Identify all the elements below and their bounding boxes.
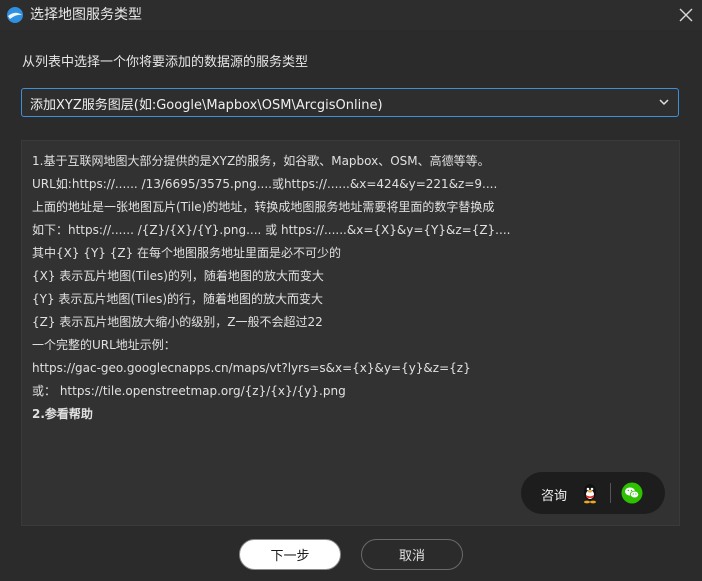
info-line: 一个完整的URL地址示例： [32, 338, 176, 352]
globe-icon [7, 7, 23, 23]
window-title: 选择地图服务类型 [30, 7, 142, 23]
qq-icon[interactable] [579, 482, 601, 504]
help-link[interactable]: 2.参看帮助 [32, 406, 510, 429]
info-line: https://gac-geo.googlecnapps.cn/maps/vt?… [32, 361, 471, 375]
info-line: URL如:https://...... /13/6695/3575.png...… [32, 177, 498, 191]
close-icon [679, 8, 693, 22]
info-line: 上面的地址是一张地图瓦片(Tile)的地址，转换成地图服务地址需要将里面的数字替… [32, 200, 495, 214]
close-button[interactable] [674, 3, 698, 27]
info-line: 其中{X} {Y} {Z} 在每个地图服务地址里面是必不可少的 [32, 246, 342, 260]
instruction-text: 从列表中选择一个你将要添加的数据源的服务类型 [22, 55, 309, 70]
title-bar: 选择地图服务类型 [0, 0, 702, 30]
next-button[interactable]: 下一步 [239, 539, 341, 570]
divider [610, 483, 611, 503]
cancel-button[interactable]: 取消 [361, 539, 463, 570]
info-line: {Y} 表示瓦片地图(Tiles)的行，随着地图的放大而变大 [32, 292, 324, 306]
chevron-down-icon [659, 99, 669, 106]
info-panel: 1.基于互联网地图大部分提供的是XYZ的服务，如谷歌、Mapbox、OSM、高德… [21, 140, 680, 526]
info-line: {X} 表示瓦片地图(Tiles)的列，随着地图的放大而变大 [32, 269, 324, 283]
info-line: 如下：https://...... /{Z}/{X}/{Y}.png.... 或… [32, 223, 511, 237]
info-line: 或： https://tile.openstreetmap.org/{z}/{x… [32, 384, 346, 398]
wechat-icon[interactable] [621, 482, 643, 504]
service-type-select[interactable]: 添加XYZ服务图层(如:Google\Mapbox\OSM\ArcgisOnli… [21, 88, 679, 117]
info-line: 1.基于互联网地图大部分提供的是XYZ的服务，如谷歌、Mapbox、OSM、高德… [32, 154, 490, 168]
info-lines: 1.基于互联网地图大部分提供的是XYZ的服务，如谷歌、Mapbox、OSM、高德… [32, 153, 510, 429]
consult-widget[interactable]: 咨询 [521, 472, 665, 514]
service-type-value: 添加XYZ服务图层(如:Google\Mapbox\OSM\ArcgisOnli… [30, 98, 383, 113]
info-line: {Z} 表示瓦片地图放大缩小的级别，Z一般不会超过22 [32, 315, 323, 329]
consult-label: 咨询 [541, 489, 568, 504]
